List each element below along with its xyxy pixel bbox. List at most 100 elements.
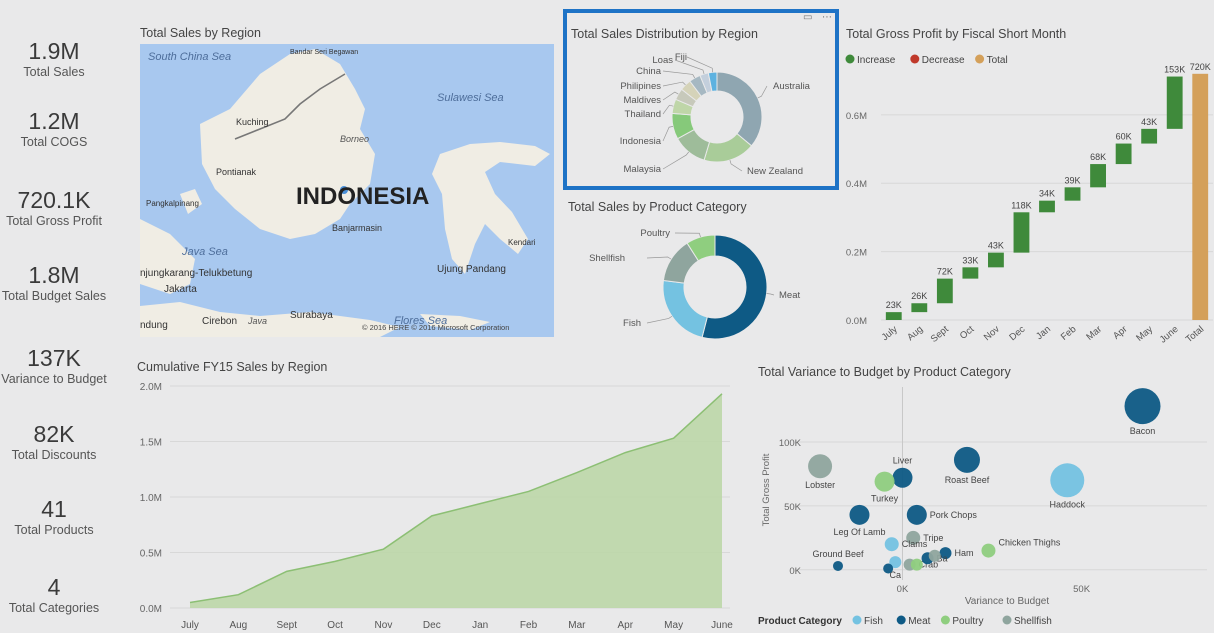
x-tick-label: Aug [905,324,925,343]
y-axis-title: Total Gross Profit [761,453,772,526]
waterfall-bar-sept[interactable] [936,278,953,304]
legend-dot-decrease [910,54,920,64]
bubble-label: Liver [893,456,913,466]
donut-label: Australia [773,81,811,92]
area-fill[interactable] [190,393,722,608]
donut-label: Poultry [640,228,670,239]
kpi-value: 4 [47,574,61,600]
bubble-ground-beef[interactable] [832,560,843,571]
waterfall-bar-total[interactable] [1192,73,1209,320]
waterfall-bar-nov[interactable] [988,252,1004,268]
donut-label: Fish [623,318,641,329]
kpi-value: 720.1K [17,187,91,213]
x-tick-label: 50K [1073,584,1091,595]
leader-line [662,151,689,170]
donut-slice-australia[interactable] [716,71,763,147]
kpi-value: 1.2M [28,108,80,134]
data-label: 39K [1065,175,1081,185]
waterfall-bar-apr[interactable] [1115,143,1132,165]
kpi-label: Total Gross Profit [6,214,102,228]
kpi-value: 1.9M [28,38,80,64]
kpi-total-categories[interactable]: 4 Total Categories [0,574,108,616]
legend-label: Poultry [952,616,983,627]
bubble-clams[interactable] [884,537,899,552]
map-label: ndung [140,320,168,331]
kpi-total-products[interactable]: 41 Total Products [0,496,108,538]
leader-line [686,56,713,73]
region-map[interactable]: South China Sea Sulawesi Sea Java Sea Fl… [140,44,554,337]
map-label: Kuching [236,117,269,127]
waterfall-bar-july[interactable] [885,312,902,320]
map-canvas[interactable]: South China Sea Sulawesi Sea Java Sea Fl… [140,44,554,337]
y-tick-label: 0.0M [140,604,162,615]
y-tick-label: 0.2M [846,248,867,259]
bubble-lobster[interactable] [808,454,833,479]
leader-line [646,256,672,260]
waterfall-bar-aug[interactable] [911,303,928,313]
waterfall-bar-jan[interactable] [1039,200,1055,213]
legend-dot-shellfish [1002,615,1012,625]
map-label: Cirebon [202,316,237,327]
legend-label: Shellfish [1014,616,1052,627]
bubble-unlabeled[interactable] [883,563,894,574]
kpi-label: Total Budget Sales [1,289,107,303]
kpi-label: Total Sales [23,65,85,79]
kpi-total-cogs[interactable]: 1.2M Total COGS [0,108,108,150]
y-tick-label: 0.4M [846,179,867,190]
bubble-pork-chops[interactable] [906,504,927,525]
bubble-turkey[interactable] [874,471,895,492]
bubble-unlabeled[interactable] [910,558,923,571]
donut-label: Thailand [625,109,661,120]
waterfall-bar-dec[interactable] [1013,212,1030,253]
kpi-total-discounts[interactable]: 82K Total Discounts [0,421,108,463]
x-tick-label: Dec [423,620,441,631]
bubble-label: Clams [902,539,928,549]
map-label: Banjarmasin [332,223,382,233]
bubble-label: Leg Of Lamb [833,527,885,537]
bubble-chicken-thighs[interactable] [981,543,996,558]
x-tick-label: Feb [1059,324,1079,343]
map-label: Sulawesi Sea [437,92,504,104]
waterfall-bar-oct[interactable] [962,267,979,279]
waterfall-chart[interactable]: Increase Decrease Total 0.0M 0.2M 0.4M 0.6M 23K… [843,48,1214,343]
legend-dot-increase [845,54,855,64]
bubble-roast-beef[interactable] [953,446,980,473]
category-donut-chart[interactable]: Meat Fish Shellfish Poultry [567,218,835,348]
waterfall-bar-feb[interactable] [1064,187,1081,201]
leader-line [646,315,673,324]
scatter-chart[interactable]: 0K 50K 100K 0K 50K Variance to Budget Total Gr… [755,382,1214,633]
area-chart[interactable]: 0.0M 0.5M 1.0M 1.5M 2.0M July Aug Sept Oct Nov Dec… [130,378,745,633]
data-label: 720K [1190,62,1211,72]
bubble-bacon[interactable] [1124,388,1161,425]
focus-mode-icon[interactable]: ▭ [803,12,812,23]
y-tick-label: 50K [784,502,802,513]
bubble-leg-of-lamb[interactable] [849,504,870,525]
bubble-label: Chicken Thighs [998,538,1060,548]
x-tick-label: Mar [1084,324,1104,343]
bubble-haddock[interactable] [1050,463,1085,498]
bubble-liver[interactable] [892,467,913,488]
legend-title: Product Category [758,616,842,627]
region-donut-chart[interactable]: Australia New Zealand Malaysia Indonesia Tha… [567,45,835,185]
legend-label: Decrease [922,55,965,66]
bubble-unlabeled[interactable] [928,549,941,562]
bubble-label: Pork Chops [930,510,978,520]
area-title: Cumulative FY15 Sales by Region [137,360,328,374]
waterfall-bar-june[interactable] [1166,76,1183,129]
x-tick-label: Mar [568,620,586,631]
leader-line [757,85,768,99]
kpi-total-budget-sales[interactable]: 1.8M Total Budget Sales [0,262,108,304]
map-label: South China Sea [148,51,231,63]
more-options-icon[interactable]: ⋯ [822,12,832,23]
kpi-variance-to-budget[interactable]: 137K Variance to Budget [0,345,108,387]
kpi-total-sales[interactable]: 1.9M Total Sales [0,38,108,80]
bubble-label: Ground Beef [812,549,864,559]
waterfall-bar-mar[interactable] [1090,164,1106,188]
donut-label: Shellfish [589,253,625,264]
x-tick-label: June [1158,324,1181,343]
y-tick-label: 1.0M [140,493,162,504]
donut-label: Loas [652,55,673,66]
donut-slice-fish[interactable] [662,279,708,338]
kpi-total-gross-profit[interactable]: 720.1K Total Gross Profit [0,187,108,229]
waterfall-bar-may[interactable] [1141,128,1158,144]
